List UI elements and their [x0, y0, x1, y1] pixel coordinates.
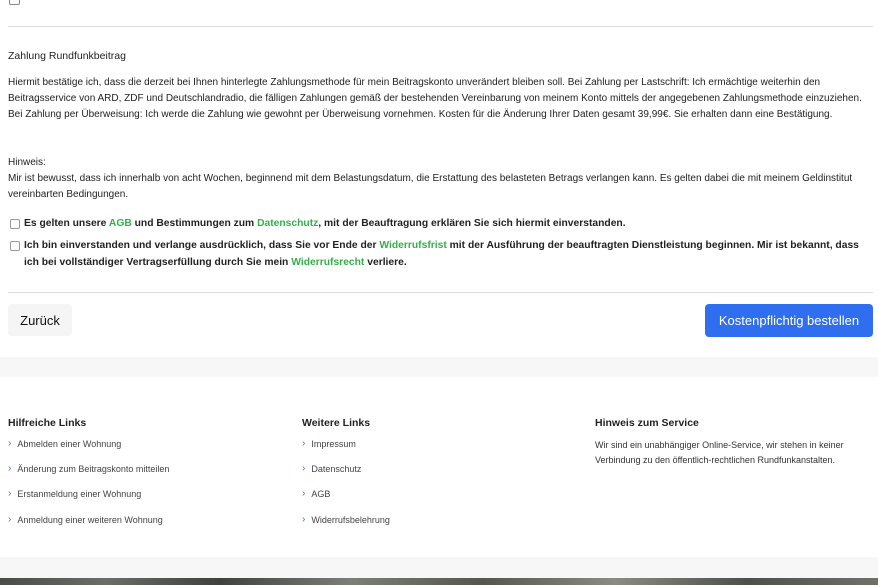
chevron-right-icon: › [302, 488, 306, 500]
withdrawal-consent-row[interactable]: Ich bin einverstanden und verlange ausdr… [8, 238, 870, 271]
footer-link[interactable]: › Impressum [302, 431, 390, 456]
footer-service-note: Hinweis zum Service Wir sind ein unabhän… [595, 417, 865, 467]
chevron-right-icon: › [8, 462, 12, 474]
chevron-right-icon: › [8, 437, 12, 449]
chevron-right-icon: › [8, 488, 12, 500]
footer-link[interactable]: › Widerrufsbelehrung [302, 507, 390, 532]
hint-block: Hinweis: Mir ist bewusst, dass ich inner… [8, 155, 868, 202]
widerrufsrecht-link[interactable]: Widerrufsrecht [291, 257, 364, 268]
service-note-text: Wir sind ein unabhängiger Online-Service… [595, 440, 844, 465]
payment-heading: Zahlung Rundfunkbeitrag [8, 50, 126, 62]
footer-background-image [0, 578, 878, 585]
chevron-right-icon: › [302, 437, 306, 449]
back-button[interactable]: Zurück [8, 304, 72, 336]
terms-consent-text: Es gelten unsere AGB und Bestimmungen zu… [24, 218, 626, 229]
chevron-right-icon: › [8, 513, 12, 525]
withdrawal-checkbox[interactable] [10, 241, 20, 251]
terms-checkbox[interactable] [10, 219, 20, 229]
chevron-right-icon: › [302, 462, 306, 474]
footer-column-title: Hinweis zum Service [595, 417, 699, 429]
footer-column-title: Weitere Links [302, 417, 371, 429]
footer-top-band [0, 357, 878, 377]
chevron-right-icon: › [302, 513, 306, 525]
agb-link[interactable]: AGB [109, 218, 132, 229]
payment-confirmation-text: Hiermit bestätige ich, dass die derzeit … [8, 77, 862, 120]
footer-link[interactable]: › Abmelden einer Wohnung [8, 431, 169, 456]
footer-bottom-band [0, 557, 878, 578]
divider [8, 26, 873, 27]
hint-label: Hinweis: [8, 157, 46, 168]
footer-more-links: Weitere Links › Impressum › Datenschutz › A… [302, 417, 390, 539]
footer-link[interactable]: › Anmeldung einer weiteren Wohnung [8, 507, 169, 532]
hint-text: Mir ist bewusst, dass ich innerhalb von … [8, 172, 853, 200]
withdrawal-consent-text: Ich bin einverstanden und verlange ausdr… [24, 240, 859, 268]
widerrufsfrist-link[interactable]: Widerrufsfrist [379, 240, 446, 251]
footer-link[interactable]: › Erstanmeldung einer Wohnung [8, 482, 169, 507]
divider [8, 292, 873, 293]
footer: Hilfreiche Links › Abmelden einer Wohnung… [0, 377, 878, 557]
footer-link[interactable]: › Änderung zum Beitragskonto mitteilen [8, 456, 169, 481]
footer-column-title: Hilfreiche Links [8, 417, 87, 429]
terms-consent-row[interactable]: Es gelten unsere AGB und Bestimmungen zu… [8, 216, 870, 233]
order-button[interactable]: Kostenpflichtig bestellen [705, 304, 873, 337]
footer-link[interactable]: › Datenschutz [302, 456, 390, 481]
checkbox-cut-off[interactable] [9, 0, 20, 5]
footer-link[interactable]: › AGB [302, 482, 390, 507]
datenschutz-link[interactable]: Datenschutz [257, 218, 318, 229]
footer-helpful-links: Hilfreiche Links › Abmelden einer Wohnung… [8, 417, 169, 539]
